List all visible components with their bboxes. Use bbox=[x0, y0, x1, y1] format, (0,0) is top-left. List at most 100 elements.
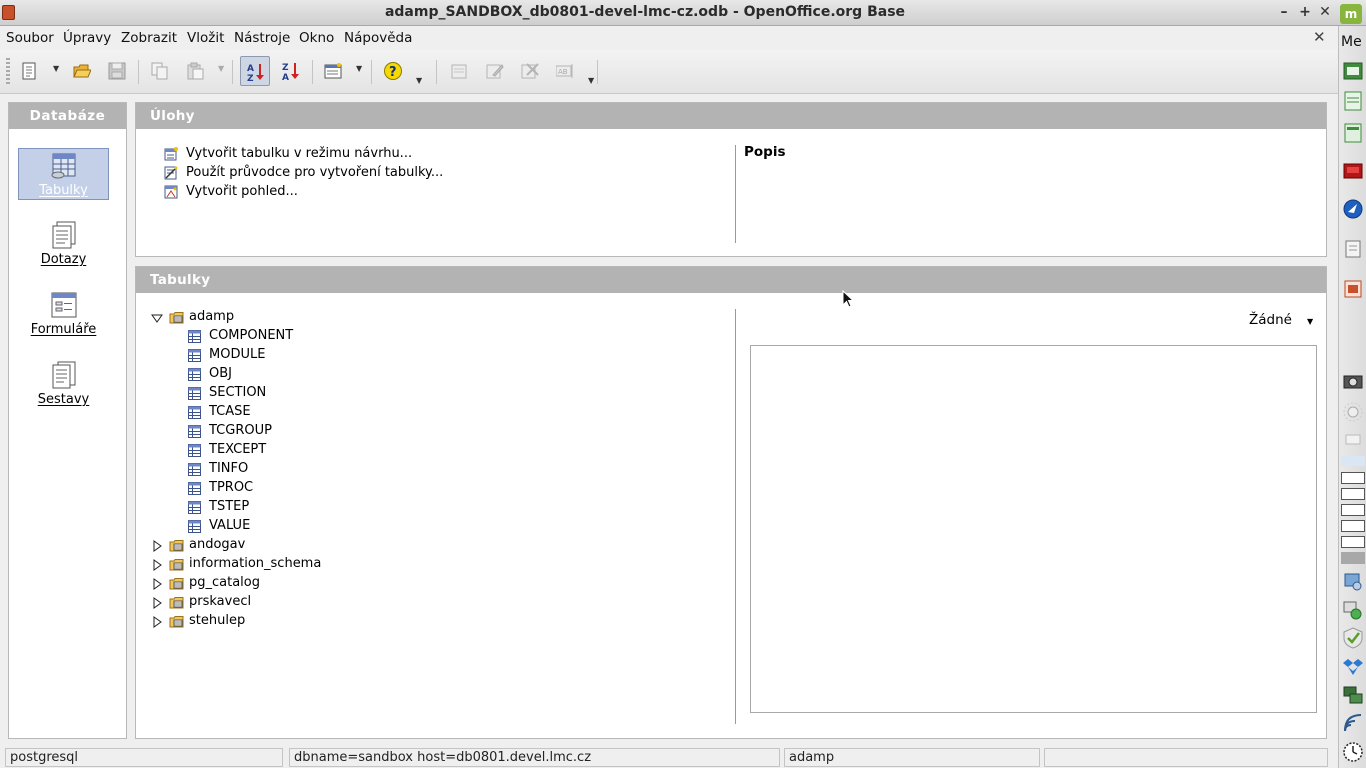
menu-napoveda[interactable]: Nápověda bbox=[344, 30, 412, 46]
expand-arrow-icon bbox=[153, 559, 162, 571]
schema-name: adamp bbox=[189, 309, 235, 324]
help-button[interactable]: ? bbox=[378, 56, 408, 86]
schema-folder-icon bbox=[169, 616, 184, 628]
calc-launcher-icon[interactable] bbox=[1342, 90, 1364, 112]
table-name: COMPONENT bbox=[209, 328, 294, 343]
menu-upravy[interactable]: Úpravy bbox=[63, 30, 111, 46]
workspace-box[interactable] bbox=[1341, 536, 1365, 548]
camera-icon[interactable] bbox=[1342, 370, 1364, 392]
table-icon bbox=[188, 368, 201, 381]
paste-icon bbox=[187, 62, 204, 80]
workspace-active[interactable] bbox=[1341, 552, 1365, 564]
table-name: TEXCEPT bbox=[209, 442, 267, 457]
table-name: VALUE bbox=[209, 518, 251, 533]
db-item-forms[interactable]: Formuláře bbox=[18, 288, 109, 340]
rename-icon: AB bbox=[556, 64, 573, 78]
db-item-queries[interactable]: Dotazy bbox=[18, 218, 109, 270]
paste-dropdown-arrow-icon[interactable]: ▼ bbox=[218, 64, 224, 73]
dock-menu-label[interactable]: Me bbox=[1341, 34, 1362, 50]
close-document-button[interactable]: ✕ bbox=[1313, 28, 1326, 46]
open-folder-icon bbox=[73, 64, 91, 78]
impress-launcher-icon[interactable] bbox=[1342, 160, 1364, 182]
close-window-button[interactable]: ✕ bbox=[1316, 3, 1334, 21]
brightness-icon[interactable] bbox=[1342, 401, 1364, 423]
tables-divider bbox=[735, 309, 736, 724]
mint-menu-icon[interactable]: m bbox=[1340, 4, 1362, 24]
toolbar-grip[interactable] bbox=[6, 58, 10, 86]
right-dock-panel: Me bbox=[1338, 26, 1366, 768]
open-object-icon bbox=[451, 64, 467, 79]
sort-descending-icon: Z A bbox=[282, 63, 299, 80]
minimize-button[interactable]: – bbox=[1275, 3, 1293, 21]
update-checkmark-icon[interactable] bbox=[1342, 627, 1364, 649]
edit-button[interactable] bbox=[480, 56, 510, 86]
new-document-button[interactable] bbox=[15, 56, 45, 86]
workspace-indicator[interactable] bbox=[1341, 456, 1365, 466]
toolbar-separator bbox=[371, 60, 372, 84]
new-dropdown-arrow-icon[interactable]: ▼ bbox=[53, 64, 59, 73]
screen-share-icon[interactable] bbox=[1342, 599, 1364, 621]
status-empty bbox=[1044, 748, 1328, 767]
task-label: Vytvořit tabulku v režimu návrhu... bbox=[186, 146, 413, 161]
browser-launcher-icon[interactable] bbox=[1342, 198, 1364, 220]
workspace-box[interactable] bbox=[1341, 472, 1365, 484]
delete-button[interactable] bbox=[515, 56, 545, 86]
preview-mode-dropdown[interactable]: Žádné ▼ bbox=[1249, 312, 1313, 328]
db-item-tables[interactable]: Tabulky bbox=[18, 148, 109, 200]
table-name: SECTION bbox=[209, 385, 267, 400]
table-name: TSTEP bbox=[209, 499, 250, 514]
db-item-reports[interactable]: Sestavy bbox=[18, 358, 109, 410]
network-icon[interactable] bbox=[1342, 684, 1364, 706]
copy-button[interactable] bbox=[145, 56, 175, 86]
menu-zobrazit[interactable]: Zobrazit bbox=[121, 30, 177, 46]
menu-vlozit[interactable]: Vložit bbox=[187, 30, 224, 46]
menu-okno[interactable]: Okno bbox=[299, 30, 334, 46]
sort-ascending-button[interactable]: A Z bbox=[240, 56, 270, 86]
db-item-label: Sestavy bbox=[37, 392, 90, 407]
spreadsheet-launcher-icon[interactable] bbox=[1342, 60, 1364, 82]
wifi-signal-icon[interactable] bbox=[1342, 712, 1364, 734]
form-wizard-icon bbox=[324, 63, 342, 79]
expand-arrow-icon bbox=[153, 597, 162, 609]
schema-folder-icon bbox=[169, 559, 184, 571]
maximize-button[interactable]: + bbox=[1296, 3, 1314, 21]
open-object-button[interactable] bbox=[445, 56, 475, 86]
base-launcher-icon[interactable] bbox=[1342, 278, 1364, 300]
table-icon bbox=[188, 444, 201, 457]
menu-bar: Soubor Úpravy Zobrazit Vložit Nástroje O… bbox=[0, 26, 1338, 50]
workspace-box[interactable] bbox=[1341, 488, 1365, 500]
form-wizard-button[interactable] bbox=[318, 56, 348, 86]
toolbar-overflow-arrow-icon[interactable]: ▼ bbox=[588, 76, 594, 85]
form-wizard-dropdown-arrow-icon[interactable]: ▼ bbox=[356, 64, 362, 73]
schema-name: information_schema bbox=[189, 556, 322, 571]
menu-soubor[interactable]: Soubor bbox=[6, 30, 54, 46]
description-label: Popis bbox=[744, 144, 786, 160]
svg-text:A: A bbox=[282, 73, 289, 80]
tasks-panel-header: Úlohy bbox=[136, 103, 1326, 129]
paste-button[interactable] bbox=[180, 56, 210, 86]
workspace-box[interactable] bbox=[1341, 520, 1365, 532]
reports-icon bbox=[52, 361, 76, 389]
sort-descending-button[interactable]: Z A bbox=[276, 56, 306, 86]
status-bar: postgresql dbname=sandbox host=db0801.de… bbox=[0, 746, 1338, 768]
toolbar-overflow-arrow-icon[interactable]: ▼ bbox=[416, 76, 422, 85]
table-name: TCASE bbox=[209, 404, 251, 419]
task-label: Vytvořit pohled... bbox=[186, 184, 298, 199]
table-name: TPROC bbox=[209, 480, 254, 495]
table-icon bbox=[188, 463, 201, 476]
window-thumbnail-icon[interactable] bbox=[1342, 428, 1364, 450]
database-panel-header: Databáze bbox=[9, 103, 126, 129]
open-button[interactable] bbox=[67, 56, 97, 86]
network-drive-icon[interactable] bbox=[1342, 570, 1364, 592]
table-name: MODULE bbox=[209, 347, 266, 362]
rename-button[interactable]: AB bbox=[550, 56, 580, 86]
dropbox-icon[interactable] bbox=[1342, 656, 1364, 678]
menu-nastroje[interactable]: Nástroje bbox=[234, 30, 290, 46]
help-icon: ? bbox=[384, 62, 402, 80]
document-launcher-icon[interactable] bbox=[1342, 238, 1364, 260]
clock-icon[interactable] bbox=[1342, 741, 1364, 763]
save-button[interactable] bbox=[102, 56, 132, 86]
workspace-box[interactable] bbox=[1341, 504, 1365, 516]
copy-icon bbox=[151, 62, 168, 80]
sheet-launcher-icon[interactable] bbox=[1342, 122, 1364, 144]
